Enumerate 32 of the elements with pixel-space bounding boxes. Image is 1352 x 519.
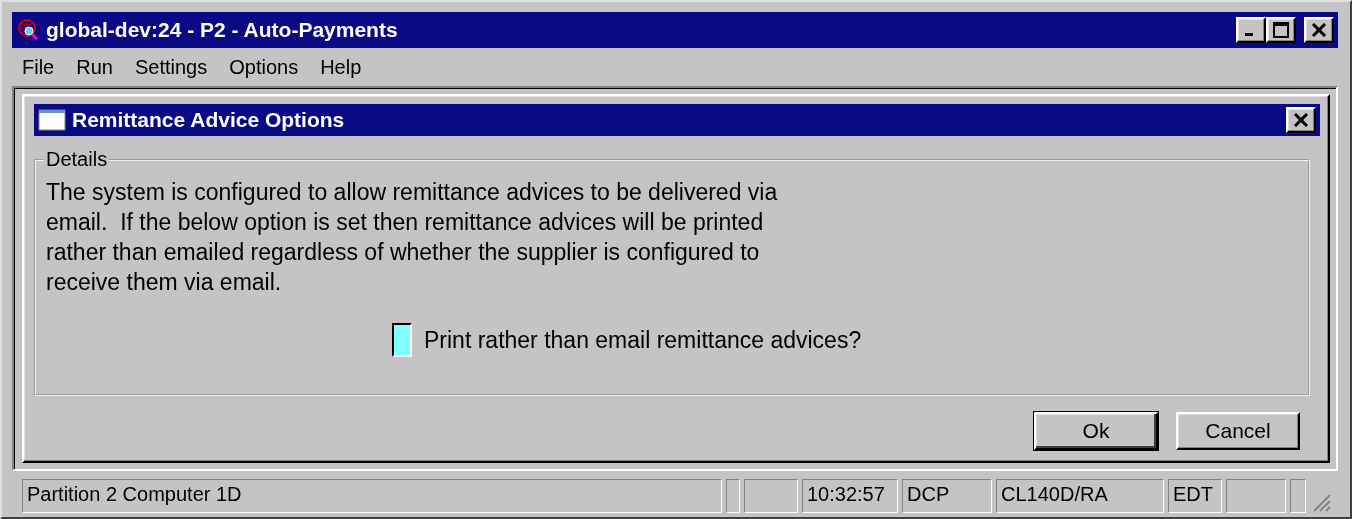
close-button[interactable] bbox=[1286, 107, 1316, 133]
group-title: Details bbox=[45, 148, 109, 171]
status-pane: DCP bbox=[902, 479, 992, 513]
close-icon bbox=[1293, 113, 1309, 127]
status-pane bbox=[726, 479, 740, 513]
dialog-title: Remittance Advice Options bbox=[72, 108, 346, 132]
minimize-button[interactable] bbox=[1236, 17, 1266, 43]
maximize-button[interactable] bbox=[1266, 17, 1296, 43]
status-pane bbox=[744, 479, 798, 513]
status-pane bbox=[1226, 479, 1286, 513]
window-icon bbox=[38, 109, 66, 131]
status-pane: 10:32:57 bbox=[802, 479, 898, 513]
status-pane: EDT bbox=[1168, 479, 1222, 513]
close-icon bbox=[1311, 23, 1327, 37]
minimize-icon bbox=[1245, 33, 1253, 36]
menu-item[interactable]: Run bbox=[66, 55, 125, 79]
checkbox[interactable] bbox=[392, 323, 412, 357]
description-text: The system is configured to allow remittance advices to be delivered via email. If the below option is set then remittance advices will be printed rather than emailed regardless of whether the supplier is configured to receive them via email. bbox=[46, 178, 779, 297]
maximize-icon bbox=[1273, 22, 1289, 38]
window-title: global-dev:24 - P2 - Auto-Payments bbox=[46, 18, 399, 42]
menu-item[interactable]: Options bbox=[219, 55, 311, 79]
ok-button[interactable]: Ok bbox=[1034, 412, 1158, 450]
status-pane: CL140D/RA bbox=[996, 479, 1164, 513]
menu-item[interactable]: Help bbox=[310, 55, 374, 79]
menu-item[interactable]: Settings bbox=[124, 55, 220, 79]
status-pane bbox=[1290, 479, 1306, 513]
cancel-button[interactable]: Cancel bbox=[1176, 412, 1300, 450]
close-button[interactable] bbox=[1304, 17, 1334, 43]
menu-item[interactable]: File bbox=[12, 55, 67, 79]
checkbox-label: Print rather than email remittance advices? bbox=[424, 326, 862, 354]
globe-magnifier-icon bbox=[16, 18, 40, 42]
status-pane: Partition 2 Computer 1D bbox=[22, 479, 722, 513]
